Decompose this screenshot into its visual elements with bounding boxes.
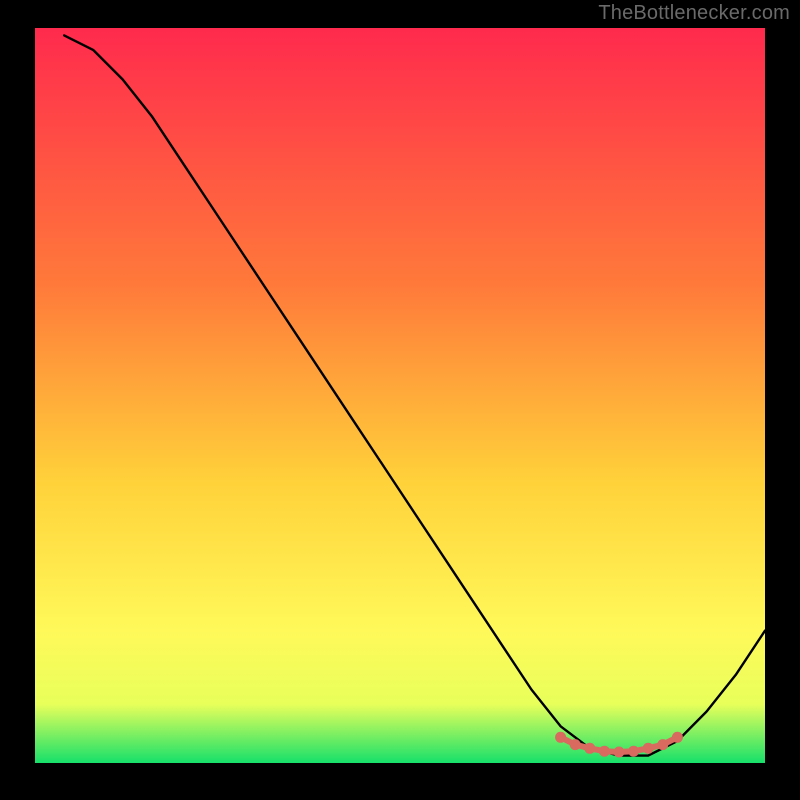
- chart-container: TheBottlenecker.com: [0, 0, 800, 800]
- plot-area: [35, 28, 765, 763]
- highlight-dot: [672, 732, 683, 743]
- gradient-bg: [35, 28, 765, 763]
- chart-svg: [35, 28, 765, 763]
- attribution-text: TheBottlenecker.com: [598, 2, 790, 25]
